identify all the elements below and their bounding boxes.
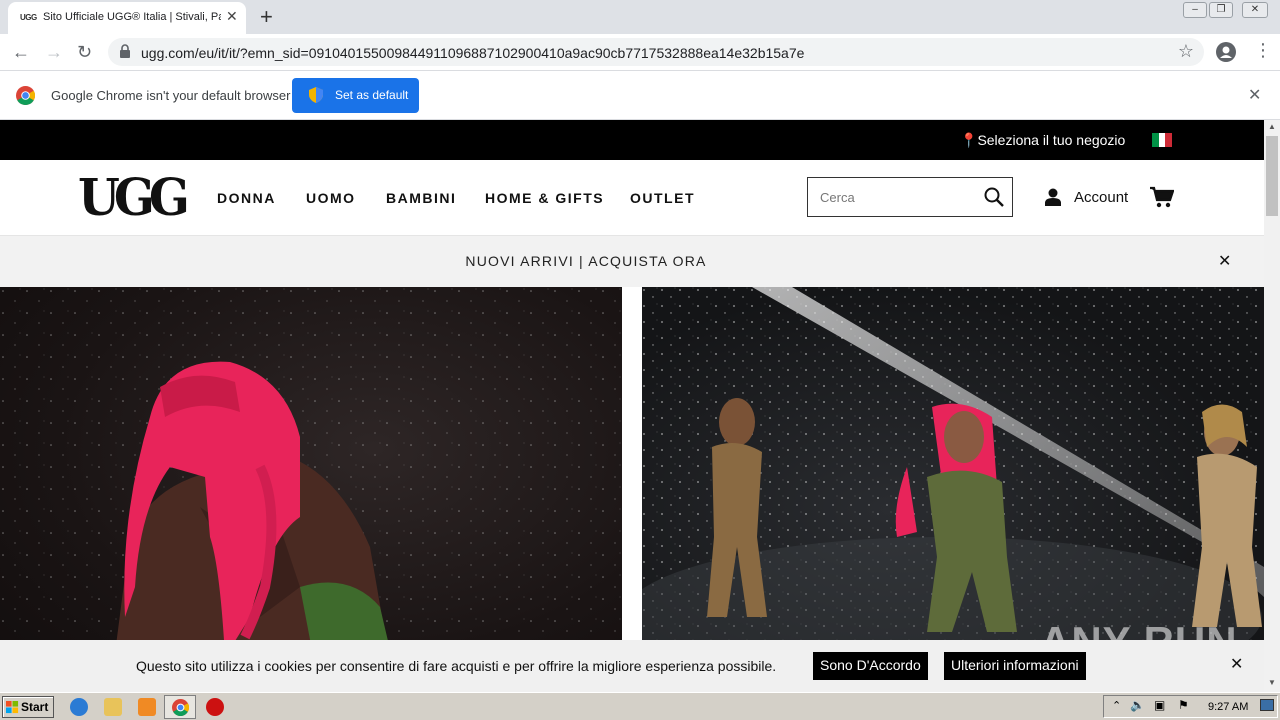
flag-icon[interactable]: ⚑: [1178, 698, 1189, 712]
scroll-down-icon[interactable]: ▼: [1268, 678, 1276, 687]
nav-uomo[interactable]: UOMO: [306, 190, 356, 206]
hero-left-illustration: [0, 287, 622, 692]
show-desktop-icon[interactable]: [1260, 699, 1274, 711]
store-selector-label: Seleziona il tuo negozio: [977, 132, 1126, 148]
page-scrollbar[interactable]: ▲ ▼: [1264, 120, 1280, 692]
profile-icon[interactable]: [1216, 42, 1236, 62]
infobar-close-icon[interactable]: ✕: [1248, 85, 1261, 105]
taskbar-clock: 9:27 AM: [1208, 701, 1249, 713]
nav-bambini[interactable]: BAMBINI: [386, 190, 456, 206]
cookie-message: Questo sito utilizza i cookies per conse…: [136, 658, 777, 674]
start-button[interactable]: Start: [2, 696, 54, 718]
search-icon[interactable]: [984, 187, 1004, 207]
nav-home-gifts[interactable]: HOME & GIFTS: [485, 190, 604, 206]
default-browser-infobar: Google Chrome isn't your default browser…: [0, 71, 1280, 120]
tray-expand-icon[interactable]: ⌃: [1112, 699, 1121, 712]
cookie-banner: Questo sito utilizza i cookies per conse…: [0, 640, 1264, 692]
reload-icon[interactable]: ↻: [77, 42, 92, 63]
site-header: UGG DONNA UOMO BAMBINI HOME & GIFTS OUTL…: [0, 160, 1264, 236]
account-label[interactable]: Account: [1074, 189, 1128, 206]
forward-icon[interactable]: →: [45, 42, 63, 63]
search-input[interactable]: Cerca: [807, 177, 1013, 217]
scroll-thumb[interactable]: [1266, 136, 1278, 216]
location-pin-icon: 📍: [960, 132, 978, 148]
lock-icon: [120, 44, 130, 58]
browser-toolbar: ← → ↻ ugg.com/eu/it/it/?emn_sid=09104015…: [0, 34, 1280, 71]
window-close-icon[interactable]: ✕: [1242, 2, 1268, 18]
tab-close-icon[interactable]: ✕: [226, 8, 238, 25]
set-as-default-label: Set as default: [335, 88, 409, 102]
ugg-logo[interactable]: UGG: [78, 169, 190, 228]
nav-outlet[interactable]: OUTLET: [630, 190, 695, 206]
windows-logo-icon: [6, 701, 19, 714]
cookie-close-icon[interactable]: ✕: [1230, 654, 1243, 674]
system-tray: ⌃ 🔈 ▣ ⚑: [1103, 695, 1278, 718]
chrome-logo-icon: [16, 86, 35, 105]
volume-icon[interactable]: 🔈: [1130, 698, 1145, 712]
bookmark-star-icon[interactable]: ☆: [1178, 41, 1194, 62]
address-bar[interactable]: ugg.com/eu/it/it/?emn_sid=09104015500984…: [108, 38, 1204, 66]
search-placeholder: Cerca: [820, 190, 855, 205]
browser-tab[interactable]: UGG Sito Ufficiale UGG® Italia | Stivali…: [8, 2, 246, 34]
menu-icon[interactable]: ⋮: [1254, 40, 1272, 61]
cookie-more-info-button[interactable]: Ulteriori informazioni: [944, 652, 1086, 680]
folder-icon[interactable]: [104, 698, 122, 716]
shield-icon: [309, 87, 323, 103]
tab-strip: UGG Sito Ufficiale UGG® Italia | Stivali…: [0, 0, 1280, 34]
italy-flag-icon[interactable]: [1152, 133, 1173, 147]
restore-icon[interactable]: ❐: [1209, 2, 1233, 18]
cookie-accept-button[interactable]: Sono D'Accordo: [813, 652, 928, 680]
promo-banner[interactable]: NUOVI ARRIVI | ACQUISTA ORA ✕: [0, 236, 1264, 287]
network-icon[interactable]: ▣: [1154, 698, 1165, 712]
infobar-message: Google Chrome isn't your default browser: [51, 88, 291, 103]
set-as-default-button[interactable]: Set as default: [292, 78, 419, 113]
chrome-taskbar-button[interactable]: [164, 695, 196, 719]
promo-text[interactable]: NUOVI ARRIVI | ACQUISTA ORA: [0, 253, 1172, 269]
cart-icon[interactable]: [1150, 186, 1174, 208]
nav-donna[interactable]: DONNA: [217, 190, 276, 206]
start-label: Start: [21, 700, 49, 714]
utility-bar: 📍Seleziona il tuo negozio: [0, 120, 1264, 160]
media-player-icon[interactable]: [138, 698, 156, 716]
minimize-icon[interactable]: –: [1183, 2, 1207, 18]
stop-icon[interactable]: [206, 698, 224, 716]
promo-close-icon[interactable]: ✕: [1218, 251, 1231, 271]
url-text: ugg.com/eu/it/it/?emn_sid=09104015500984…: [141, 45, 805, 61]
ugg-favicon-icon: UGG: [20, 13, 37, 22]
internet-explorer-icon[interactable]: [70, 698, 88, 716]
web-page: 📍Seleziona il tuo negozio UGG DONNA UOMO…: [0, 120, 1264, 692]
chrome-taskbar-icon: [172, 699, 189, 716]
windows-taskbar: Start ⌃ 🔈 ▣ ⚑ 9:27 AM: [0, 692, 1280, 720]
scroll-up-icon[interactable]: ▲: [1268, 122, 1276, 131]
account-icon[interactable]: [1045, 188, 1061, 206]
hero-image-left[interactable]: [0, 287, 622, 692]
store-selector[interactable]: 📍Seleziona il tuo negozio: [960, 132, 1125, 149]
new-tab-icon[interactable]: +: [260, 4, 273, 30]
tab-title: Sito Ufficiale UGG® Italia | Stivali, Pa…: [43, 11, 221, 23]
back-icon[interactable]: ←: [12, 42, 30, 63]
